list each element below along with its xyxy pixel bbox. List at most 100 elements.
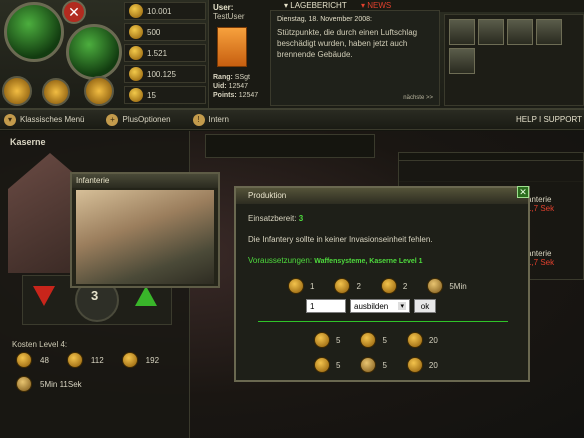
uid-value: 12547 [228, 83, 249, 90]
menu-intern[interactable]: ! Intern [192, 113, 229, 126]
resource-coins: 10.001 [124, 2, 206, 20]
info-icon: ! [192, 113, 205, 126]
help-link[interactable]: HELP [516, 115, 537, 124]
ok-button[interactable]: ok [414, 299, 436, 313]
units-icon[interactable] [2, 76, 32, 106]
coins-icon [129, 4, 143, 18]
portrait-officer[interactable] [507, 19, 533, 45]
menu-classic[interactable]: ▾ Klassisches Menü [4, 113, 85, 126]
points-value: 12547 [238, 92, 259, 99]
cost-value: 192 [145, 355, 160, 365]
action-select-value: ausbilden [354, 301, 389, 311]
stat-value: 5 [382, 335, 387, 345]
infantry-artwork-image [76, 190, 214, 284]
resource-value: 1.521 [147, 48, 168, 58]
menu-plus[interactable]: + PlusOptionen [106, 113, 171, 126]
world-radar-button[interactable] [66, 24, 122, 80]
resource-tools: 15 [124, 86, 206, 104]
ammo-icon [129, 67, 143, 81]
news-date: Dienstag, 18. November 2008: [277, 16, 372, 23]
prereq-row: Voraussetzungen: Waffensysteme, Kaserne … [248, 256, 423, 265]
resource-value: 10.001 [147, 6, 172, 16]
tab-lagebericht-label: LAGEBERICHT [290, 1, 347, 10]
queue-count: 3 [91, 288, 99, 303]
user-label: User: [213, 3, 234, 12]
level-cost-row: 48 112 192 [16, 352, 159, 368]
fuel-icon [121, 352, 138, 368]
hourglass-icon [16, 376, 32, 392]
ready-value: 3 [298, 214, 304, 223]
cost-value: 2 [402, 281, 408, 291]
unit-portraits [444, 14, 584, 106]
close-window-icon[interactable]: ✕ [517, 186, 529, 198]
news-next-link[interactable]: nächste >> [403, 95, 433, 101]
unit-row: anterie 1,7 Sek [527, 249, 554, 267]
oil-icon [66, 352, 83, 368]
unit-row-time: 1,7 Sek [527, 204, 555, 213]
news-text: Stützpunkte, die durch einen Luftschlag … [277, 28, 418, 59]
arrow-up-icon[interactable] [135, 286, 157, 306]
close-icon[interactable]: ✕ [62, 0, 86, 24]
portrait-soldier[interactable] [478, 19, 504, 45]
production-window: Produktion ✕ Einsatzbereit: 3 Die Infant… [234, 186, 530, 382]
resource-value: 15 [147, 90, 156, 100]
soldier-icon [314, 332, 330, 348]
menu-classic-label: Klassisches Menü [20, 115, 85, 124]
fist-icon[interactable] [84, 76, 114, 106]
mail-icon[interactable] [42, 78, 70, 106]
chevron-down-icon: ▾ [398, 302, 406, 310]
shield-icon [406, 332, 423, 348]
plane-icon [360, 332, 377, 348]
production-cost-row: 1 2 2 5Min [288, 278, 467, 294]
menu-separator: I [539, 115, 542, 124]
rank-value: SSgt [234, 74, 250, 81]
portrait-sniper[interactable] [449, 48, 475, 74]
stat-value: 20 [428, 335, 438, 345]
barracks-title: Kaserne [10, 137, 46, 147]
support-link[interactable]: SUPPORT [543, 115, 582, 124]
points-label: Points: [213, 92, 237, 99]
cost-value: 5Min [449, 281, 467, 291]
menu-plus-label: PlusOptionen [122, 115, 171, 124]
quantity-input[interactable] [306, 299, 346, 313]
infantry-window: Infanterie [70, 172, 220, 288]
level-time: 5Min 11Sek [40, 379, 82, 389]
stat-value: 5 [336, 335, 341, 345]
arrow-down-icon[interactable] [33, 286, 55, 306]
unit-description: Die Infantery sollte in keiner Invasions… [248, 235, 433, 244]
resource-value: 500 [147, 27, 161, 37]
chevron-down-icon: ▾ [4, 113, 16, 126]
unit-row-label: anterie [527, 195, 552, 204]
base-map-button[interactable] [4, 2, 64, 62]
level-time-row: 5Min 11Sek [16, 376, 82, 392]
unit-row: anterie 1,7 Sek [527, 195, 554, 213]
divider [258, 321, 508, 322]
portrait-infantry[interactable] [449, 19, 475, 45]
fuel-icon [380, 278, 397, 294]
prereq-label: Voraussetzungen: [248, 256, 313, 265]
rank-label: Rang: [213, 74, 233, 81]
ready-label: Einsatzbereit: [248, 214, 297, 223]
prereq-value: Waffensysteme, Kaserne Level 1 [314, 258, 423, 265]
stat-value: 5 [382, 360, 387, 370]
portrait-commander[interactable] [536, 19, 562, 45]
menu-intern-label: Intern [208, 115, 229, 124]
oil-icon [129, 25, 143, 39]
unit-row-time: 1,7 Sek [527, 258, 555, 267]
rank-chevron-icon [217, 27, 247, 67]
user-panel: User: TestUser Rang: SSgt Uid: 12547 Poi… [208, 0, 270, 108]
news-panel: Dienstag, 18. November 2008: Stützpunkte… [270, 10, 440, 106]
cost-level-label: Kosten Level 4: [12, 340, 68, 349]
action-select[interactable]: ausbilden ▾ [350, 299, 410, 313]
tools-icon [129, 88, 143, 102]
cost-value: 2 [356, 281, 361, 291]
cost-value: 1 [310, 281, 315, 291]
stat-value: 5 [336, 360, 341, 370]
clock-icon [427, 278, 444, 294]
resource-ammo: 100.125 [124, 65, 206, 83]
hourglass-icon [360, 357, 377, 373]
uid-label: Uid: [213, 83, 227, 90]
oil-icon [334, 278, 351, 294]
resource-value: 100.125 [147, 69, 176, 79]
main-menubar: ▾ Klassisches Menü + PlusOptionen ! Inte… [0, 110, 584, 130]
